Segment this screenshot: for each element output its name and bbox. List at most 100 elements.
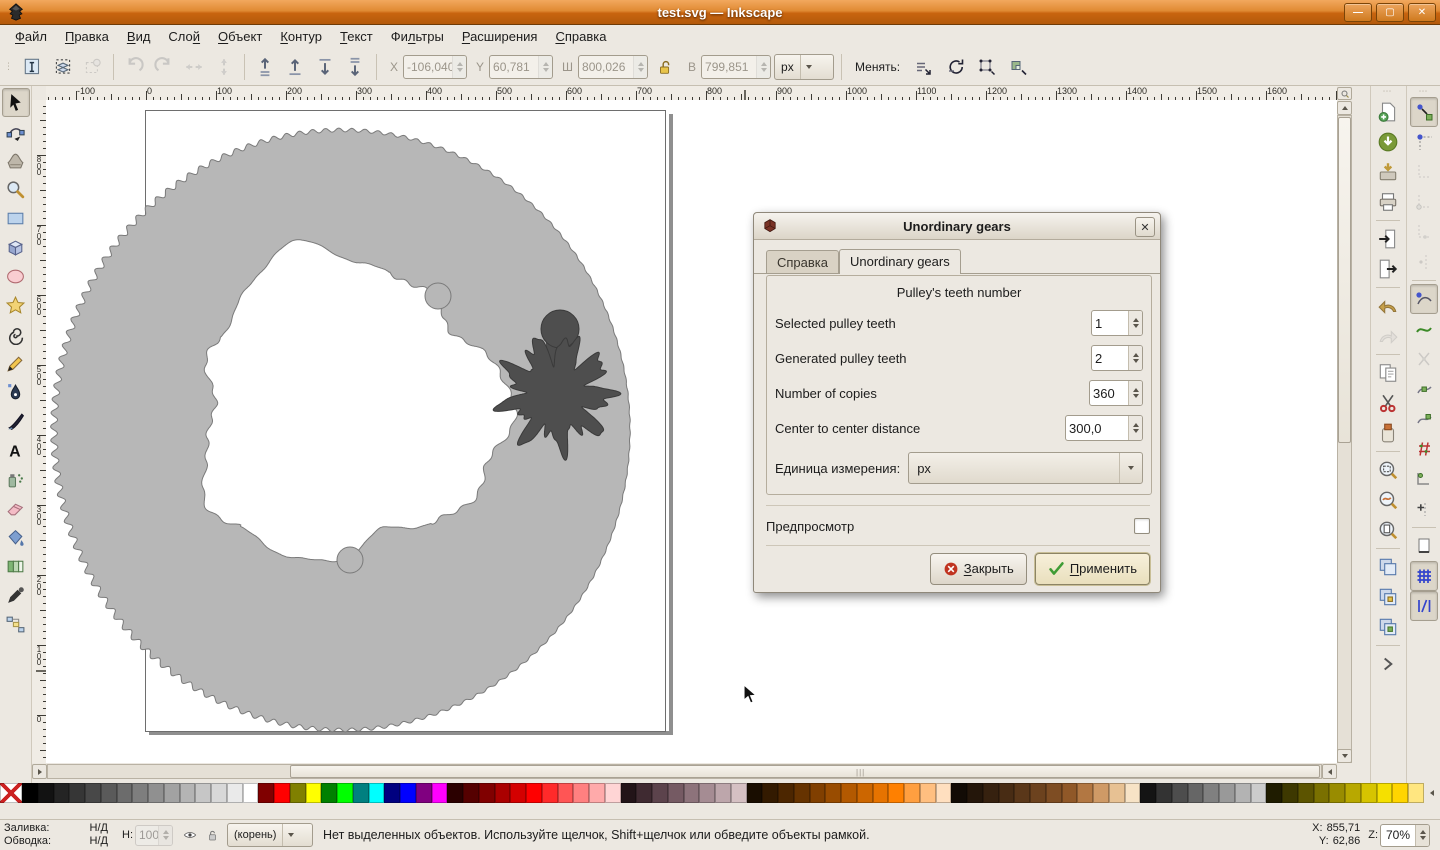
snap-master-icon[interactable] bbox=[1410, 97, 1438, 127]
color-swatch[interactable] bbox=[117, 783, 133, 803]
vscroll-thumb[interactable] bbox=[1338, 117, 1351, 443]
color-swatch[interactable] bbox=[258, 783, 274, 803]
color-swatch[interactable] bbox=[1140, 783, 1156, 803]
minimize-button[interactable]: — bbox=[1344, 3, 1372, 22]
export-icon[interactable] bbox=[1374, 254, 1402, 284]
gradient-tool-icon[interactable] bbox=[2, 552, 30, 581]
color-swatch[interactable] bbox=[148, 783, 164, 803]
color-swatch[interactable] bbox=[479, 783, 495, 803]
color-swatch[interactable] bbox=[274, 783, 290, 803]
color-swatch[interactable] bbox=[573, 783, 589, 803]
close-button[interactable]: Закрыть bbox=[930, 553, 1027, 585]
color-swatch[interactable] bbox=[337, 783, 353, 803]
color-swatch[interactable] bbox=[510, 783, 526, 803]
spray-tool-icon[interactable] bbox=[2, 465, 30, 494]
hscroll-thumb[interactable] bbox=[290, 765, 1320, 778]
zoom-field[interactable]: 70% bbox=[1380, 824, 1430, 847]
color-swatch[interactable] bbox=[384, 783, 400, 803]
parameter-spinbox[interactable]: 1 bbox=[1091, 310, 1143, 336]
calligraphy-tool-icon[interactable] bbox=[2, 407, 30, 436]
node-tool-icon[interactable] bbox=[2, 117, 30, 146]
color-swatch[interactable] bbox=[731, 783, 747, 803]
color-swatch[interactable] bbox=[1266, 783, 1282, 803]
swatch-none[interactable] bbox=[0, 783, 22, 803]
color-swatch[interactable] bbox=[447, 783, 463, 803]
import-icon[interactable] bbox=[1374, 224, 1402, 254]
parameter-spinbox[interactable]: 300,0 bbox=[1065, 415, 1143, 441]
color-swatch[interactable] bbox=[1062, 783, 1078, 803]
color-swatch[interactable] bbox=[778, 783, 794, 803]
scroll-up-button[interactable] bbox=[1337, 101, 1352, 115]
color-swatch[interactable] bbox=[353, 783, 369, 803]
palette-scrollbar[interactable]: ||| bbox=[0, 803, 1440, 819]
color-swatch[interactable] bbox=[416, 783, 432, 803]
scroll-right-button[interactable] bbox=[1322, 764, 1337, 779]
color-swatch[interactable] bbox=[1329, 783, 1345, 803]
color-swatch[interactable] bbox=[888, 783, 904, 803]
color-swatch[interactable] bbox=[164, 783, 180, 803]
paste-icon[interactable] bbox=[1374, 418, 1402, 448]
color-swatch[interactable] bbox=[1408, 783, 1424, 803]
color-swatch[interactable] bbox=[1377, 783, 1393, 803]
color-swatch[interactable] bbox=[227, 783, 243, 803]
color-swatch[interactable] bbox=[636, 783, 652, 803]
color-swatch[interactable] bbox=[38, 783, 54, 803]
box3d-tool-icon[interactable] bbox=[2, 233, 30, 262]
snap-guide-icon[interactable] bbox=[1410, 591, 1438, 621]
color-swatch[interactable] bbox=[668, 783, 684, 803]
menu-правка[interactable]: Правка bbox=[56, 26, 118, 47]
color-swatch[interactable] bbox=[810, 783, 826, 803]
new-document-icon[interactable] bbox=[1374, 97, 1402, 127]
color-swatch[interactable] bbox=[589, 783, 605, 803]
color-swatch[interactable] bbox=[1219, 783, 1235, 803]
snap-bbox-node-icon[interactable] bbox=[1410, 127, 1438, 157]
gear-bump[interactable] bbox=[425, 283, 451, 309]
zoom-selection-icon[interactable] bbox=[1374, 455, 1402, 485]
color-swatch[interactable] bbox=[1203, 783, 1219, 803]
color-swatch[interactable] bbox=[920, 783, 936, 803]
color-swatch[interactable] bbox=[605, 783, 621, 803]
color-swatch[interactable] bbox=[1392, 783, 1408, 803]
height-field[interactable]: 799,851 bbox=[701, 55, 771, 79]
unlink-clone-icon[interactable] bbox=[1374, 612, 1402, 642]
color-swatch[interactable] bbox=[699, 783, 715, 803]
color-swatch[interactable] bbox=[369, 783, 385, 803]
menu-файл[interactable]: Файл bbox=[6, 26, 56, 47]
dialog-close-icon[interactable]: ✕ bbox=[1135, 217, 1155, 237]
star-tool-icon[interactable] bbox=[2, 291, 30, 320]
color-swatch[interactable] bbox=[936, 783, 952, 803]
color-swatch[interactable] bbox=[290, 783, 306, 803]
open-document-icon[interactable] bbox=[1374, 127, 1402, 157]
spiral-tool-icon[interactable] bbox=[2, 320, 30, 349]
color-swatch[interactable] bbox=[825, 783, 841, 803]
snap-others-icon[interactable] bbox=[1410, 494, 1438, 524]
raise-top-icon[interactable] bbox=[251, 53, 279, 81]
color-swatch[interactable] bbox=[1077, 783, 1093, 803]
color-swatch[interactable] bbox=[1282, 783, 1298, 803]
menu-контур[interactable]: Контур bbox=[271, 26, 331, 47]
color-swatch[interactable] bbox=[1298, 783, 1314, 803]
width-field[interactable]: 800,026 bbox=[578, 55, 648, 79]
vertical-ruler[interactable]: 8007006005004003002001000 bbox=[32, 100, 47, 763]
color-swatch[interactable] bbox=[85, 783, 101, 803]
undo-icon[interactable] bbox=[1374, 291, 1402, 321]
color-swatch[interactable] bbox=[495, 783, 511, 803]
zoom-drawing-icon[interactable] bbox=[1374, 485, 1402, 515]
pen-tool-icon[interactable] bbox=[2, 378, 30, 407]
snap-midpoint-icon[interactable] bbox=[1410, 434, 1438, 464]
color-swatch[interactable] bbox=[1046, 783, 1062, 803]
menu-справка[interactable]: Справка bbox=[546, 26, 615, 47]
print-icon[interactable] bbox=[1374, 187, 1402, 217]
selector-tool-icon[interactable] bbox=[2, 88, 30, 117]
bucket-tool-icon[interactable] bbox=[2, 523, 30, 552]
layer-visibility-icon[interactable] bbox=[179, 824, 201, 846]
clone-icon[interactable] bbox=[1374, 582, 1402, 612]
raise-icon[interactable] bbox=[281, 53, 309, 81]
toolbar-grip[interactable]: ⋯ bbox=[1383, 86, 1393, 97]
dialog-titlebar[interactable]: Unordinary gears ✕ bbox=[754, 213, 1160, 240]
lower-bottom-icon[interactable] bbox=[341, 53, 369, 81]
color-swatch[interactable] bbox=[967, 783, 983, 803]
affect-rotate-icon[interactable] bbox=[941, 53, 969, 81]
snap-page-border-icon[interactable] bbox=[1410, 531, 1438, 561]
color-swatch[interactable] bbox=[195, 783, 211, 803]
